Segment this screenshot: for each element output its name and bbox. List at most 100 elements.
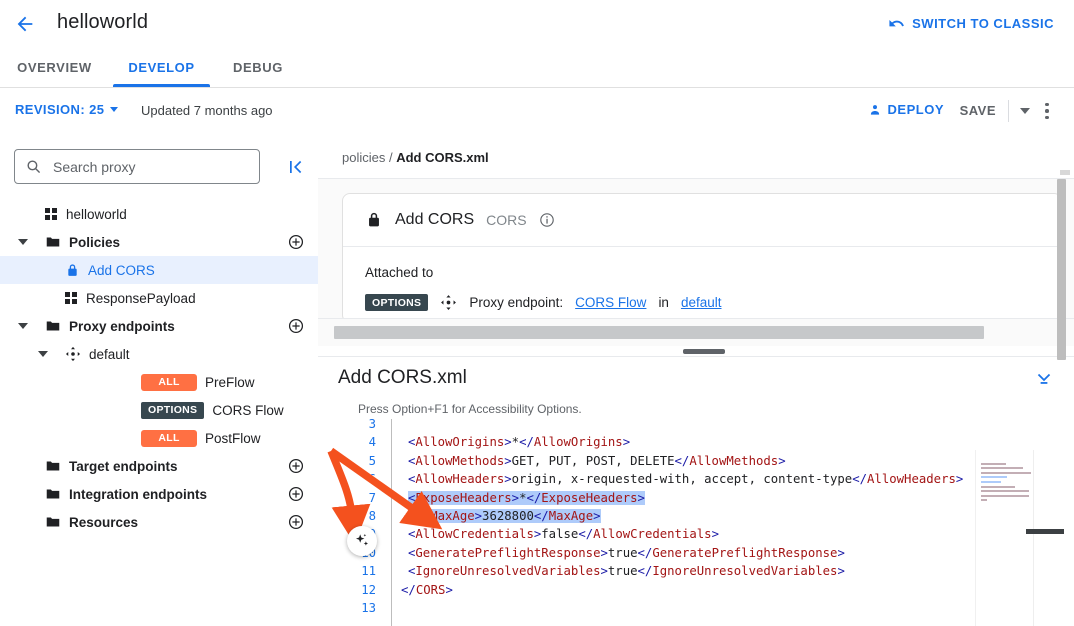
ai-sparkle-button[interactable] [347, 526, 377, 556]
action-divider [1008, 100, 1009, 122]
editor-header: Add CORS.xml [318, 357, 1074, 400]
add-icon[interactable] [288, 514, 304, 530]
save-dropdown-button[interactable] [1020, 108, 1030, 114]
proxy-sidebar: helloworld PoliciesAdd CORSResponsePayloa… [0, 133, 319, 626]
tree-twisty-expanded[interactable] [15, 234, 31, 250]
code-line-4[interactable]: 4<AllowOrigins>*</AllowOrigins> [318, 433, 1074, 451]
add-icon[interactable] [288, 318, 304, 334]
line-number: 12 [340, 581, 376, 599]
sidebar-item-integration-endpoints[interactable]: Integration endpoints [0, 480, 318, 508]
default-endpoint-link[interactable]: default [681, 295, 722, 310]
search-input[interactable] [51, 158, 240, 176]
line-number: 8 [340, 507, 376, 525]
sidebar-item-preflow[interactable]: ALLPreFlow [0, 368, 318, 396]
tree-item-content: ALLPostFlow [141, 430, 261, 447]
token-br: > [623, 435, 630, 449]
minimap-scroll-indicator[interactable] [1026, 529, 1064, 534]
folder-icon [45, 234, 61, 250]
line-number: 6 [340, 470, 376, 488]
action-bar: REVISION: 25 Updated 7 months ago DEPLOY… [0, 88, 1074, 134]
undo-icon [888, 15, 905, 32]
code-text: <GeneratePreflightResponse>true</Generat… [408, 546, 845, 560]
main-tabs: OVERVIEW DEVELOP DEBUG [0, 47, 1074, 88]
code-text: <AllowMethods>GET, PUT, POST, DELETE</Al… [408, 454, 786, 468]
proxy-tree: helloworld PoliciesAdd CORSResponsePayloa… [0, 200, 318, 536]
code-line-7[interactable]: 7<ExposeHeaders>*</ExposeHeaders> [318, 489, 1074, 507]
attached-to-label: Attached to [365, 265, 433, 280]
code-line-6[interactable]: 6<AllowHeaders>origin, x-requested-with,… [318, 470, 1074, 488]
editor-minimap[interactable] [975, 450, 1068, 626]
tree-item-content: helloworld [45, 207, 127, 222]
line-number: 11 [340, 562, 376, 580]
save-button[interactable]: SAVE [960, 103, 996, 118]
code-text: </CORS> [401, 583, 453, 597]
method-chip-all: ALL [141, 430, 197, 447]
sidebar-item-postflow[interactable]: ALLPostFlow [0, 424, 318, 452]
flow-icon [65, 346, 81, 362]
sidebar-item-resources[interactable]: Resources [0, 508, 318, 536]
code-line-3[interactable]: 3 [318, 419, 1074, 433]
method-chip-options: OPTIONS [141, 402, 204, 419]
code-line-9[interactable]: 9<AllowCredentials>false</AllowCredentia… [318, 525, 1074, 543]
tab-debug[interactable]: DEBUG [222, 47, 294, 87]
sidebar-item-default[interactable]: default [0, 340, 318, 368]
token-txt: * [512, 435, 519, 449]
token-br: > [504, 454, 511, 468]
horizontal-scrollbar-thumb[interactable] [334, 326, 984, 339]
panel-splitter [318, 346, 1074, 357]
sidebar-item-target-endpoints[interactable]: Target endpoints [0, 452, 318, 480]
code-area[interactable]: 34<AllowOrigins>*</AllowOrigins>5<AllowM… [318, 419, 1074, 626]
code-line-5[interactable]: 5<AllowMethods>GET, PUT, POST, DELETE</A… [318, 452, 1074, 470]
selected-code-text: <MaxAge>3628800</MaxAge> [423, 509, 601, 523]
tree-item-content: Proxy endpoints [45, 318, 175, 334]
info-icon[interactable] [539, 212, 555, 228]
code-line-11[interactable]: 11<IgnoreUnresolvedVariables>true</Ignor… [318, 562, 1074, 580]
code-editor[interactable]: Press Option+F1 for Accessibility Option… [318, 399, 1074, 626]
breadcrumb-parent[interactable]: policies [342, 150, 385, 165]
sidebar-item-cors-flow[interactable]: OPTIONSCORS Flow [0, 396, 318, 424]
scroll-top-tick [1060, 170, 1070, 175]
tab-overview[interactable]: OVERVIEW [12, 47, 97, 87]
token-txt: origin, x-requested-with, accept, conten… [512, 472, 853, 486]
sidebar-item-responsepayload[interactable]: ResponsePayload [0, 284, 318, 312]
tree-twisty-expanded[interactable] [35, 346, 51, 362]
code-line-13[interactable]: 13 [318, 599, 1074, 617]
vertical-scrollbar-thumb[interactable] [1057, 179, 1066, 360]
line-number: 4 [340, 433, 376, 451]
deploy-button[interactable]: DEPLOY [868, 102, 944, 117]
add-icon[interactable] [288, 234, 304, 250]
policy-card-header: Add CORS CORS [343, 194, 1061, 247]
lock-icon [65, 263, 80, 278]
token-tag: AllowOrigins [534, 435, 623, 449]
sidebar-item-helloworld[interactable]: helloworld [0, 200, 318, 228]
token-tag: MaxAge [549, 509, 593, 523]
sidebar-item-proxy-endpoints[interactable]: Proxy endpoints [0, 312, 318, 340]
code-line-8[interactable]: 8··<MaxAge>3628800</MaxAge> [318, 507, 1074, 525]
folder-icon [45, 458, 61, 474]
search-proxy-field[interactable] [14, 149, 260, 184]
chevron-down-icon [18, 323, 28, 329]
sidebar-item-add-cors[interactable]: Add CORS [0, 256, 318, 284]
sidebar-item-label: Resources [69, 515, 138, 530]
accessibility-hint: Press Option+F1 for Accessibility Option… [358, 402, 582, 416]
more-options-button[interactable] [1037, 100, 1057, 122]
cors-flow-link[interactable]: CORS Flow [575, 295, 646, 310]
tree-item-content: OPTIONSCORS Flow [141, 402, 284, 419]
add-icon[interactable] [288, 458, 304, 474]
back-button[interactable] [12, 11, 38, 37]
code-line-10[interactable]: 10<GeneratePreflightResponse>true</Gener… [318, 544, 1074, 562]
line-number: 7 [340, 489, 376, 507]
tab-develop[interactable]: DEVELOP [113, 47, 210, 87]
line-code: <AllowMethods>GET, PUT, POST, DELETE</Al… [408, 452, 786, 470]
code-line-12[interactable]: 12 </CORS> [318, 581, 1074, 599]
collapse-sidebar-button[interactable] [287, 158, 307, 176]
splitter-drag-handle[interactable] [683, 349, 725, 354]
add-icon[interactable] [288, 486, 304, 502]
tree-twisty-expanded[interactable] [15, 318, 31, 334]
revision-selector[interactable]: REVISION: 25 [15, 102, 118, 117]
token-txt: true [608, 546, 638, 560]
sidebar-item-policies[interactable]: Policies [0, 228, 318, 256]
switch-to-classic-button[interactable]: SWITCH TO CLASSIC [888, 15, 1054, 32]
chevron-collapse-down-icon[interactable] [1034, 369, 1054, 387]
lock-icon [365, 211, 383, 229]
